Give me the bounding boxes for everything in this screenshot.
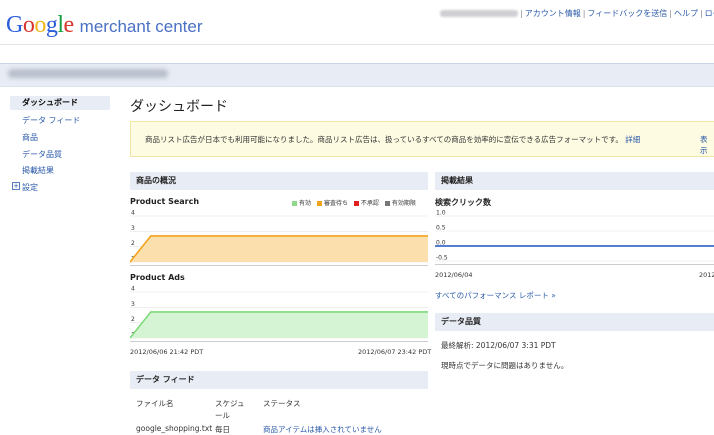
sidebar-item-data-feeds[interactable]: データ フィード bbox=[22, 115, 80, 126]
clicks-chart-title: 検索クリック数 bbox=[435, 198, 491, 207]
series-area-fill bbox=[130, 311, 428, 338]
sidebar-item-products[interactable]: 商品 bbox=[22, 132, 38, 143]
y-tick-label: 4 bbox=[131, 210, 135, 217]
y-tick-label: 3 bbox=[131, 301, 135, 308]
data-quality-section-header: データ品質 bbox=[435, 313, 714, 331]
sidebar-item-data-quality[interactable]: データ品質 bbox=[22, 149, 62, 160]
logo-letter: g bbox=[45, 12, 58, 38]
logo-letter: o bbox=[34, 12, 46, 38]
feed-col-filename: ファイル名 bbox=[136, 399, 174, 408]
notice-message: 商品リスト広告が日本でも利用可能になりました。商品リスト広告は、扱っているすべて… bbox=[145, 135, 623, 144]
legend-swatch bbox=[316, 201, 322, 206]
send-feedback-link[interactable]: フィードバックを送信 bbox=[587, 9, 667, 18]
last-analysis-text: 最終解析: 2012/06/07 3:31 PDT bbox=[441, 341, 556, 350]
y-tick-label: 3 bbox=[131, 225, 135, 232]
account-info-link[interactable]: アカウント情報 bbox=[525, 9, 581, 18]
feed-col-schedule: スケジュール bbox=[215, 399, 245, 420]
notice-more-link[interactable]: 表示 bbox=[700, 134, 714, 156]
search-clicks-chart: 1.00.50.0-0.5 bbox=[435, 210, 714, 265]
header-divider bbox=[0, 44, 714, 45]
google-merchant-center-logo[interactable]: Google merchant center bbox=[6, 12, 203, 39]
perf-date-end: 2012 bbox=[699, 271, 714, 279]
logo-letter: o bbox=[22, 12, 35, 38]
data-feed-section-header: データ フィード bbox=[130, 371, 428, 389]
overview-date-start: 2012/06/06 21:42 PDT bbox=[130, 348, 204, 356]
status-legend: 有効 審査待ち 不承認 有効期限 bbox=[292, 198, 416, 207]
overview-section-header: 商品の概況 bbox=[130, 172, 428, 190]
feed-row-status[interactable]: 商品アイテムは挿入されていません bbox=[263, 424, 382, 435]
perf-date-start: 2012/06/04 bbox=[435, 271, 473, 279]
all-performance-reports-link[interactable]: すべてのパフォーマンス レポート » bbox=[435, 290, 556, 301]
top-links: |アカウント情報|フィードバックを送信|ヘルプ|ログ bbox=[440, 8, 714, 19]
legend-swatch bbox=[353, 201, 359, 206]
sidebar-item-label: ダッシュボード bbox=[22, 98, 78, 107]
sidebar-item-settings[interactable]: 設定 bbox=[22, 182, 38, 193]
y-tick-label: 1.0 bbox=[436, 210, 446, 217]
notice-details-link[interactable]: 詳細 bbox=[625, 135, 640, 144]
expand-plus-icon[interactable]: + bbox=[12, 182, 20, 190]
logo-suffix: merchant center bbox=[79, 17, 203, 36]
series-area-fill bbox=[130, 235, 428, 262]
product-search-title: Product Search bbox=[130, 197, 200, 206]
product-search-chart: 4321 bbox=[130, 210, 428, 266]
legend-swatch bbox=[292, 201, 297, 206]
notice-text: 商品リスト広告が日本でも利用可能になりました。商品リスト広告は、扱っているすべて… bbox=[145, 134, 640, 145]
legend-active: 有効 bbox=[299, 200, 312, 207]
page-title: ダッシュボード bbox=[130, 99, 228, 115]
legend-pending: 審査待ち bbox=[323, 200, 348, 207]
quality-status-message: 現時点でデータに問題はありません。 bbox=[441, 361, 569, 370]
sidebar-item-performance[interactable]: 掲載結果 bbox=[22, 165, 54, 176]
y-tick-label: 2 bbox=[131, 316, 135, 323]
account-name-redacted bbox=[8, 69, 168, 78]
legend-disapproved: 不承認 bbox=[360, 200, 379, 207]
y-tick-label: -0.5 bbox=[436, 255, 448, 262]
y-tick-label: 2 bbox=[131, 240, 135, 247]
performance-section-header: 掲載結果 bbox=[435, 172, 714, 190]
account-email-redacted bbox=[440, 10, 518, 17]
y-tick-label: 4 bbox=[131, 286, 135, 293]
feed-row-schedule: 毎日 bbox=[215, 425, 230, 434]
logo-letter: G bbox=[6, 12, 23, 38]
legend-swatch bbox=[384, 201, 390, 206]
overview-date-end: 2012/06/07 23:42 PDT bbox=[358, 348, 432, 356]
y-tick-label: 0.5 bbox=[436, 225, 446, 232]
logo-letter: e bbox=[63, 12, 75, 38]
product-ads-title: Product Ads bbox=[130, 273, 185, 282]
product-ads-chart: 4321 bbox=[130, 286, 428, 342]
feed-col-status: ステータス bbox=[263, 399, 301, 408]
legend-expired: 有効期限 bbox=[391, 200, 416, 207]
help-link[interactable]: ヘルプ bbox=[674, 9, 698, 18]
sidebar-item-dashboard[interactable]: ダッシュボード bbox=[10, 96, 110, 110]
logout-link[interactable]: ログ bbox=[705, 9, 714, 18]
